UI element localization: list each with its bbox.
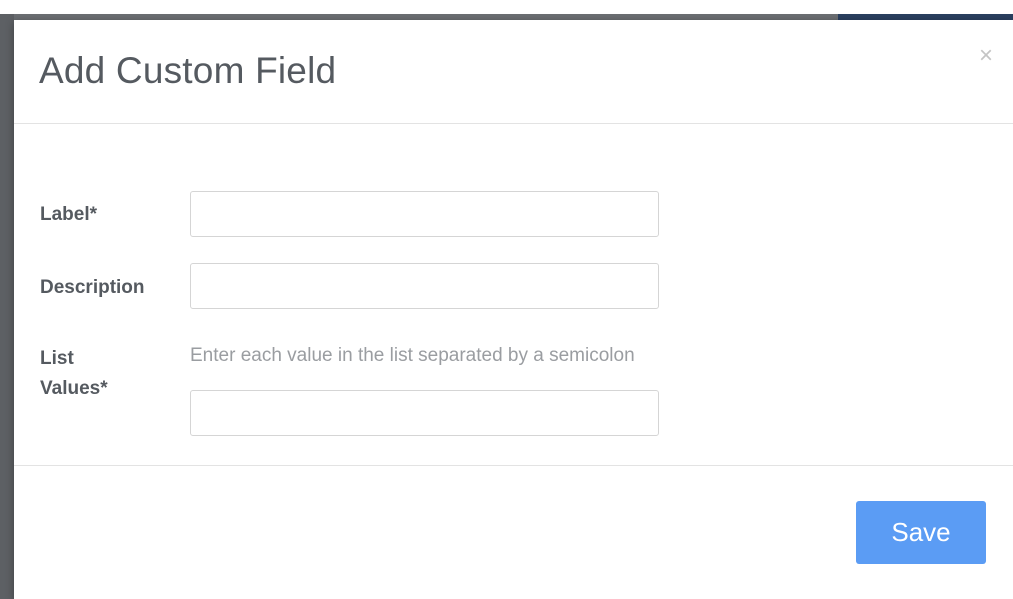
modal-title: Add Custom Field [39,50,337,91]
list-values-field-label-line1: List [40,348,74,369]
backdrop-page-edge [0,0,1013,14]
add-custom-field-modal: Add Custom Field × Label* Description Li… [14,20,1013,599]
backdrop-overlay[interactable] [0,14,14,599]
description-input[interactable] [190,263,659,309]
label-field-label: Label* [40,204,98,225]
save-button[interactable]: Save [856,501,986,564]
label-input[interactable] [190,191,659,237]
list-values-input[interactable] [190,390,659,436]
modal-header: Add Custom Field × [14,20,1013,124]
list-values-hint: Enter each value in the list separated b… [190,345,635,366]
close-icon[interactable]: × [979,44,993,68]
description-field-label: Description [40,277,145,298]
modal-body: Label* Description List Values* Enter ea… [14,125,1013,466]
list-values-field-label-line2: Values* [40,378,108,399]
